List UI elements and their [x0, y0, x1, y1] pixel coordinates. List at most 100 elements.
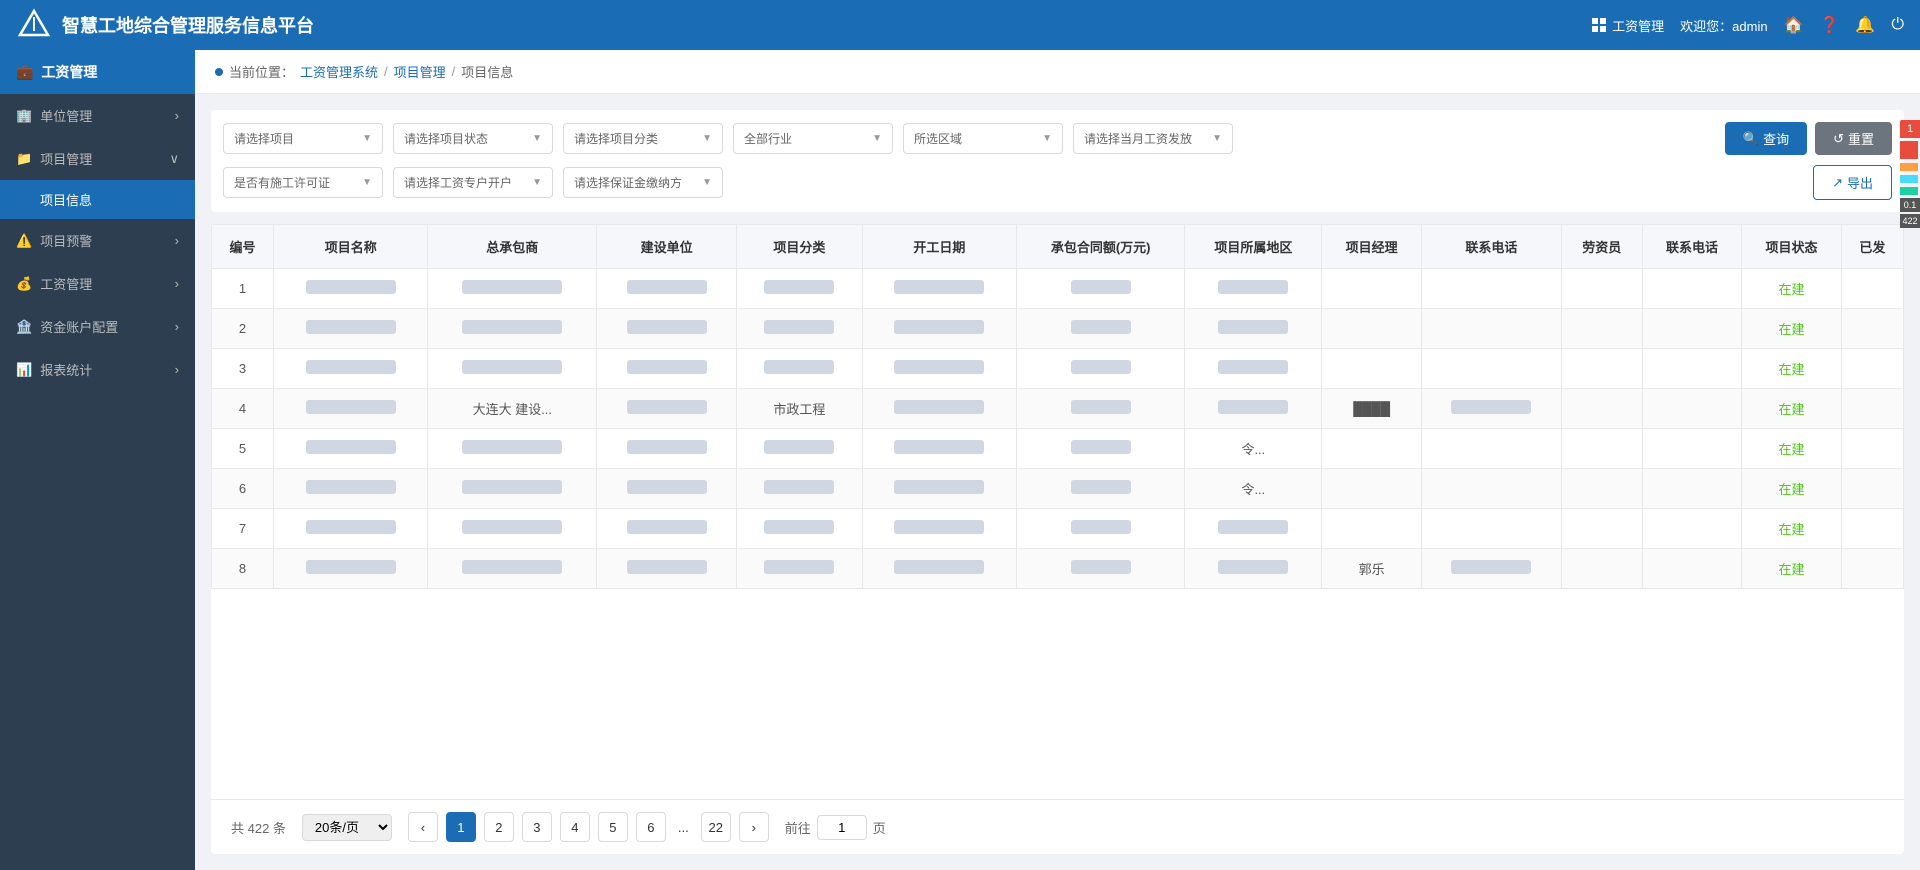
breadcrumb-item-2[interactable]: 项目管理: [394, 62, 446, 81]
cell-labor-phone: [1642, 269, 1742, 309]
page-goto-input[interactable]: [817, 815, 867, 840]
cell-start-date: [862, 269, 1016, 309]
data-table-container: 编号 项目名称 总承包商 建设单位 项目分类 开工日期 承包合同额(万元) 项目…: [211, 224, 1904, 854]
page-3-button[interactable]: 3: [522, 812, 552, 842]
chevron-down-icon: ▼: [362, 133, 372, 144]
page-ellipsis: ...: [674, 820, 693, 835]
table-wrapper[interactable]: 编号 项目名称 总承包商 建设单位 项目分类 开工日期 承包合同额(万元) 项目…: [211, 224, 1904, 799]
sidebar-item-project-warning[interactable]: ⚠️ 项目预警 ›: [0, 219, 195, 262]
cell-issued: [1841, 509, 1903, 549]
sidebar-item-fund-account[interactable]: 🏦 资金账户配置 ›: [0, 305, 195, 348]
construction-permit-select[interactable]: 是否有施工许可证 ▼: [223, 167, 383, 198]
cell-status: 在建: [1742, 389, 1842, 429]
cell-builder: [597, 429, 737, 469]
page-1-button[interactable]: 1: [446, 812, 476, 842]
folder-icon: 📁: [16, 151, 32, 167]
table-row[interactable]: 7 在建: [212, 509, 1904, 549]
cell-name: [274, 309, 428, 349]
breadcrumb-dot: [215, 68, 223, 76]
page-size-select[interactable]: 20条/页 50条/页 100条/页: [302, 814, 392, 841]
chevron-right-icon: ›: [175, 362, 179, 377]
panel-red-item[interactable]: [1900, 141, 1918, 159]
cell-phone: [1421, 549, 1561, 589]
sidebar-item-salary-mgmt[interactable]: 💰 工资管理 ›: [0, 262, 195, 305]
sidebar-item-unit-mgmt[interactable]: 🏢 单位管理 ›: [0, 94, 195, 137]
power-icon[interactable]: ⏻: [1891, 16, 1904, 34]
breadcrumb-sep-2: /: [452, 64, 456, 79]
cell-contract: [1017, 429, 1185, 469]
sidebar-item-project-info[interactable]: 项目信息: [0, 180, 195, 219]
chevron-down-icon: ▼: [872, 133, 882, 144]
page-5-button[interactable]: 5: [598, 812, 628, 842]
sidebar-item-project-mgmt[interactable]: 📁 项目管理 ∨: [0, 137, 195, 180]
col-manager: 项目经理: [1322, 225, 1422, 269]
prev-page-button[interactable]: ‹: [408, 812, 438, 842]
header: 智慧工地综合管理服务信息平台 工资管理 欢迎您：admin 🏠 ❓ 🔔 ⏻: [0, 0, 1920, 50]
page-4-button[interactable]: 4: [560, 812, 590, 842]
table-row[interactable]: 8 郭乐 在建: [212, 549, 1904, 589]
panel-green-item[interactable]: [1900, 187, 1918, 195]
salary-account-select[interactable]: 请选择工资专户开户 ▼: [393, 167, 553, 198]
cell-name: [274, 429, 428, 469]
panel-orange-item[interactable]: [1900, 163, 1918, 171]
chevron-right-icon: ›: [175, 233, 179, 248]
notification-icon[interactable]: 🔔: [1855, 15, 1875, 35]
module-switcher[interactable]: 工资管理: [1592, 16, 1664, 35]
salary-month-select[interactable]: 请选择当月工资发放 ▼: [1073, 123, 1233, 154]
cell-start-date: [862, 509, 1016, 549]
col-start-date: 开工日期: [862, 225, 1016, 269]
export-icon: ↗: [1832, 175, 1843, 191]
salary-module-icon: 💼: [16, 64, 33, 81]
cell-status: 在建: [1742, 469, 1842, 509]
project-status-select[interactable]: 请选择项目状态 ▼: [393, 123, 553, 154]
grid-icon: [1592, 18, 1606, 32]
cell-issued: [1841, 549, 1903, 589]
next-page-button[interactable]: ›: [739, 812, 769, 842]
cell-category: [737, 469, 863, 509]
cell-region: [1185, 309, 1322, 349]
reset-button[interactable]: ↺ 重置: [1815, 122, 1892, 155]
help-icon[interactable]: ❓: [1820, 15, 1840, 35]
cell-issued: [1841, 469, 1903, 509]
cell-issued: [1841, 269, 1903, 309]
cell-labor-phone: [1642, 389, 1742, 429]
project-select[interactable]: 请选择项目 ▼: [223, 123, 383, 154]
cell-id: 4: [212, 389, 274, 429]
industry-select[interactable]: 全部行业 ▼: [733, 123, 893, 154]
panel-blue-item[interactable]: [1900, 175, 1918, 183]
home-icon[interactable]: 🏠: [1784, 15, 1804, 35]
region-select[interactable]: 所选区域 ▼: [903, 123, 1063, 154]
sidebar-item-report-stats[interactable]: 📊 报表统计 ›: [0, 348, 195, 391]
cell-phone: [1421, 269, 1561, 309]
cell-id: 2: [212, 309, 274, 349]
cell-name: [274, 549, 428, 589]
table-row[interactable]: 2 在建: [212, 309, 1904, 349]
breadcrumb-item-1[interactable]: 工资管理系统: [300, 62, 378, 81]
cell-contract: [1017, 509, 1185, 549]
page-2-button[interactable]: 2: [484, 812, 514, 842]
table-row[interactable]: 3 在建: [212, 349, 1904, 389]
breadcrumb: 当前位置： 工资管理系统 / 项目管理 / 项目信息: [195, 50, 1920, 94]
chevron-down-icon: ▼: [362, 177, 372, 188]
cell-id: 6: [212, 469, 274, 509]
table-row[interactable]: 1 在建: [212, 269, 1904, 309]
panel-stats: 0.1: [1900, 198, 1920, 212]
table-row[interactable]: 5 令... 在建: [212, 429, 1904, 469]
page-6-button[interactable]: 6: [636, 812, 666, 842]
query-button[interactable]: 🔍 查询: [1725, 122, 1807, 155]
cell-name: [274, 509, 428, 549]
export-button[interactable]: ↗ 导出: [1813, 165, 1892, 200]
table-row[interactable]: 4 大连大 建设... 市政工程 ████ 在建: [212, 389, 1904, 429]
export-action: ↗ 导出: [1813, 165, 1892, 200]
page-22-button[interactable]: 22: [701, 812, 731, 842]
table-row[interactable]: 6 令... 在建: [212, 469, 1904, 509]
cell-contractor: [428, 509, 597, 549]
chevron-right-icon: ›: [175, 319, 179, 334]
cell-contractor: 大连大 建设...: [428, 389, 597, 429]
cell-labor: [1561, 469, 1642, 509]
project-category-select[interactable]: 请选择项目分类 ▼: [563, 123, 723, 154]
cell-category: [737, 509, 863, 549]
guarantee-payment-select[interactable]: 请选择保证金缴纳方 ▼: [563, 167, 723, 198]
cell-manager: ████: [1322, 389, 1422, 429]
fund-icon: 🏦: [16, 319, 32, 335]
